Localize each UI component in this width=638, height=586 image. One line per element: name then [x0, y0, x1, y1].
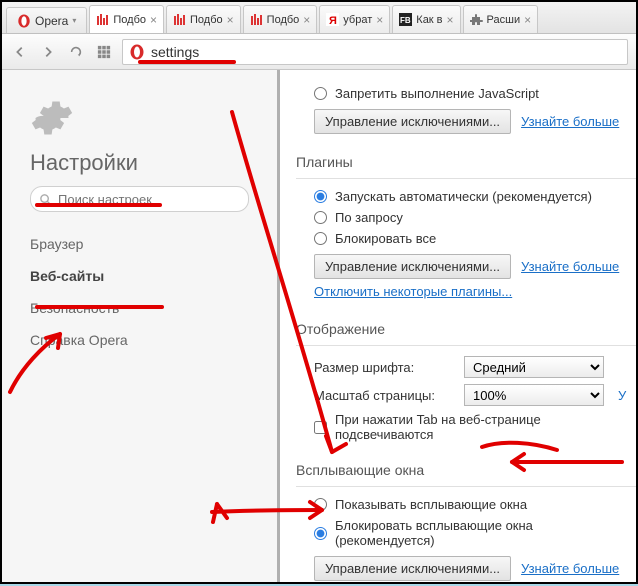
forward-button[interactable] [38, 42, 58, 62]
js-exceptions-button[interactable]: Управление исключениями... [314, 109, 511, 134]
tab-label: убрат [343, 14, 372, 26]
close-icon[interactable]: × [447, 13, 454, 27]
tab-2[interactable]: Подбо × [243, 5, 318, 33]
search-icon [39, 193, 52, 206]
svg-text:Я: Я [329, 15, 337, 26]
popups-block-label: Блокировать всплывающие окна (рекомендуе… [335, 518, 636, 548]
tab-label: Подбо [113, 14, 146, 26]
plugins-exceptions-button[interactable]: Управление исключениями... [314, 254, 511, 279]
opera-menu-button[interactable]: Opera ▾ [6, 7, 87, 33]
popups-learn-link[interactable]: Узнайте больше [521, 561, 619, 576]
tab-label: Как в [416, 14, 442, 26]
tab-label: Расши [487, 14, 521, 26]
popups-show-radio[interactable] [314, 498, 327, 511]
close-icon[interactable]: × [376, 13, 383, 27]
opera-logo-icon [17, 14, 31, 28]
fontsize-label: Размер шрифта: [314, 360, 454, 375]
tab-3[interactable]: Я убрат × [319, 5, 390, 33]
fb-icon: FB [399, 13, 412, 26]
tab-label: Подбо [190, 14, 223, 26]
display-title: Отображение [296, 313, 636, 346]
tab-0[interactable]: Подбо × [89, 5, 164, 33]
close-icon[interactable]: × [524, 13, 531, 27]
tab-1[interactable]: Подбо × [166, 5, 241, 33]
address-input[interactable] [151, 44, 621, 60]
settings-title: Настройки [30, 150, 249, 176]
bars-icon [173, 13, 186, 26]
js-deny-radio[interactable] [314, 87, 327, 100]
plugins-block-radio[interactable] [314, 232, 327, 245]
bars-icon [250, 13, 263, 26]
popups-show-label: Показывать всплывающие окна [335, 497, 527, 512]
settings-sidebar: Настройки Браузер Веб-сайты Безопасность… [2, 70, 280, 582]
address-bar[interactable] [122, 39, 628, 65]
fontsize-select[interactable]: Средний [464, 356, 604, 378]
gear-icon [30, 96, 74, 140]
opera-menu-label: Opera [35, 14, 68, 28]
svg-text:FB: FB [400, 16, 411, 25]
close-icon[interactable]: × [150, 13, 157, 27]
zoom-label: Масштаб страницы: [314, 388, 454, 403]
sidebar-item-help[interactable]: Справка Opera [30, 324, 249, 356]
plugins-title: Плагины [296, 146, 636, 179]
yandex-icon: Я [326, 13, 339, 26]
opera-logo-icon [129, 44, 145, 60]
dropdown-icon: ▾ [72, 16, 76, 25]
tab-highlight-checkbox[interactable] [314, 421, 327, 434]
tab-label: Подбо [267, 14, 300, 26]
plugins-disable-link[interactable]: Отключить некоторые плагины... [314, 284, 512, 299]
popups-block-radio[interactable] [314, 527, 327, 540]
zoom-select[interactable]: 100% [464, 384, 604, 406]
settings-search[interactable] [30, 186, 249, 212]
zoom-learn-link[interactable]: У [618, 388, 626, 403]
plugins-auto-radio[interactable] [314, 190, 327, 203]
bars-icon [96, 13, 109, 26]
toolbar [2, 34, 636, 70]
plugins-ondemand-label: По запросу [335, 210, 403, 225]
js-deny-label: Запретить выполнение JavaScript [335, 86, 539, 101]
popups-exceptions-button[interactable]: Управление исключениями... [314, 556, 511, 581]
plugins-auto-label: Запускать автоматически (рекомендуется) [335, 189, 592, 204]
settings-search-input[interactable] [58, 192, 240, 207]
reload-button[interactable] [66, 42, 86, 62]
close-icon[interactable]: × [303, 13, 310, 27]
sidebar-item-websites[interactable]: Веб-сайты [30, 260, 249, 292]
tab-5[interactable]: Расши × [463, 5, 539, 33]
puzzle-icon [470, 13, 483, 26]
plugins-learn-link[interactable]: Узнайте больше [521, 259, 619, 274]
tab-highlight-label: При нажатии Tab на веб-странице подсвечи… [335, 412, 636, 442]
plugins-block-label: Блокировать все [335, 231, 436, 246]
js-learn-link[interactable]: Узнайте больше [521, 114, 619, 129]
plugins-ondemand-radio[interactable] [314, 211, 327, 224]
titlebar: Opera ▾ Подбо × Подбо × Подбо × Я убрат … [2, 2, 636, 34]
tab-4[interactable]: FB Как в × [392, 5, 460, 33]
popups-title: Всплывающие окна [296, 454, 636, 487]
close-icon[interactable]: × [227, 13, 234, 27]
speed-dial-button[interactable] [94, 42, 114, 62]
sidebar-item-browser[interactable]: Браузер [30, 228, 249, 260]
settings-main: Запретить выполнение JavaScript Управлен… [280, 70, 636, 582]
back-button[interactable] [10, 42, 30, 62]
sidebar-item-security[interactable]: Безопасность [30, 292, 249, 324]
